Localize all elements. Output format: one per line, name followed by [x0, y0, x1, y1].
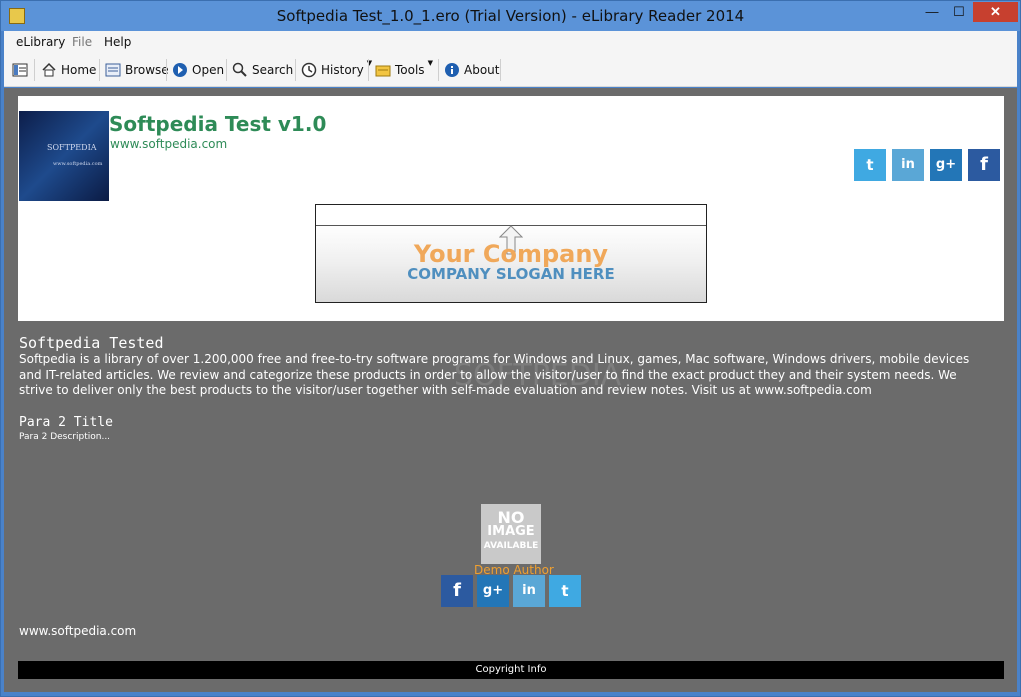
company-name: Your Company: [413, 240, 609, 268]
cover-title: SOFTPEDIA: [47, 143, 97, 152]
book-header: SOFTPEDIA www.softpedia.com Softpedia Te…: [18, 96, 1004, 321]
twitter-icon[interactable]: t: [854, 149, 886, 181]
company-banner: Your Company COMPANY SLOGAN HERE: [315, 204, 707, 303]
facebook-icon[interactable]: f: [968, 149, 1000, 181]
cover-subtitle: www.softpedia.com: [53, 161, 103, 167]
open-label: Open: [192, 63, 225, 77]
open-button[interactable]: Open: [172, 60, 224, 80]
home-label: Home: [61, 63, 97, 77]
toolbar-separator: [500, 59, 501, 81]
toolbar-separator: [295, 59, 296, 81]
facebook-icon[interactable]: f: [441, 575, 473, 607]
company-slogan: COMPANY SLOGAN HERE: [407, 265, 615, 283]
home-button[interactable]: Home: [41, 60, 96, 80]
about-label: About: [464, 63, 500, 77]
title-bar[interactable]: Softpedia Test_1.0_1.ero (Trial Version)…: [1, 1, 1020, 31]
app-window: Softpedia Test_1.0_1.ero (Trial Version)…: [0, 0, 1021, 697]
noimage-line2: IMAGE: [487, 524, 535, 539]
minimize-button[interactable]: —: [919, 2, 945, 22]
info-icon: [445, 63, 459, 77]
close-button[interactable]: ✕: [973, 2, 1018, 22]
search-button[interactable]: Search: [232, 60, 293, 80]
browse-icon: [105, 63, 121, 77]
book-url[interactable]: www.softpedia.com: [110, 137, 227, 151]
panel-icon: [12, 63, 28, 77]
history-button[interactable]: History ▼: [301, 59, 372, 80]
toolbar-separator: [226, 59, 227, 81]
noimage-line1: NO: [497, 508, 525, 527]
google-plus-icon[interactable]: g+: [930, 149, 962, 181]
tools-label: Tools: [395, 63, 425, 77]
toolbar-separator: [99, 59, 100, 81]
menu-help[interactable]: Help: [104, 35, 131, 49]
home-icon: [42, 62, 56, 77]
book-title: Softpedia Test v1.0: [109, 112, 327, 136]
document-view[interactable]: SOFTPEDIA www.softpedia.com Softpedia Te…: [4, 88, 1017, 692]
browse-button[interactable]: Browse: [105, 60, 169, 80]
about-button[interactable]: About: [444, 60, 499, 80]
google-plus-icon[interactable]: g+: [477, 575, 509, 607]
menu-elibrary[interactable]: eLibrary: [16, 35, 65, 49]
softpedia-watermark: SOFTPEDIA: [454, 358, 622, 393]
history-label: History: [321, 63, 364, 77]
toolbar-separator: [438, 59, 439, 81]
window-title: Softpedia Test_1.0_1.ero (Trial Version)…: [276, 7, 745, 25]
chevron-down-icon[interactable]: ▼: [428, 59, 433, 67]
menu-file[interactable]: File: [72, 35, 92, 49]
linkedin-icon[interactable]: in: [513, 575, 545, 607]
tools-icon: [375, 65, 391, 77]
author-photo-placeholder: NO IMAGE AVAILABLE: [481, 504, 541, 564]
book-cover-image: SOFTPEDIA www.softpedia.com: [19, 111, 109, 201]
search-label: Search: [252, 63, 294, 77]
noimage-line3: AVAILABLE: [483, 541, 539, 551]
toolbar-separator: [34, 59, 35, 81]
history-icon: [301, 62, 317, 78]
open-icon: [173, 63, 187, 77]
copyright-bar: Copyright Info: [18, 661, 1004, 679]
para2-title: Para 2 Title: [19, 415, 113, 430]
toolbar: Home Browse Open Search History ▼ Tools …: [4, 53, 1017, 87]
footer-url[interactable]: www.softpedia.com: [19, 624, 136, 638]
toolbar-separator: [166, 59, 167, 81]
linkedin-icon[interactable]: in: [892, 149, 924, 181]
section-title: Softpedia Tested: [19, 334, 164, 352]
maximize-button[interactable]: ☐: [946, 2, 972, 22]
browse-label: Browse: [125, 63, 169, 77]
menu-bar: eLibrary File Help: [4, 31, 1017, 53]
tools-button[interactable]: Tools ▼: [375, 59, 433, 80]
toolbar-separator: [368, 59, 369, 81]
search-icon: [232, 62, 247, 77]
toggle-panel-button[interactable]: [12, 60, 32, 80]
twitter-icon[interactable]: t: [549, 575, 581, 607]
para2-description: Para 2 Description...: [19, 432, 111, 442]
